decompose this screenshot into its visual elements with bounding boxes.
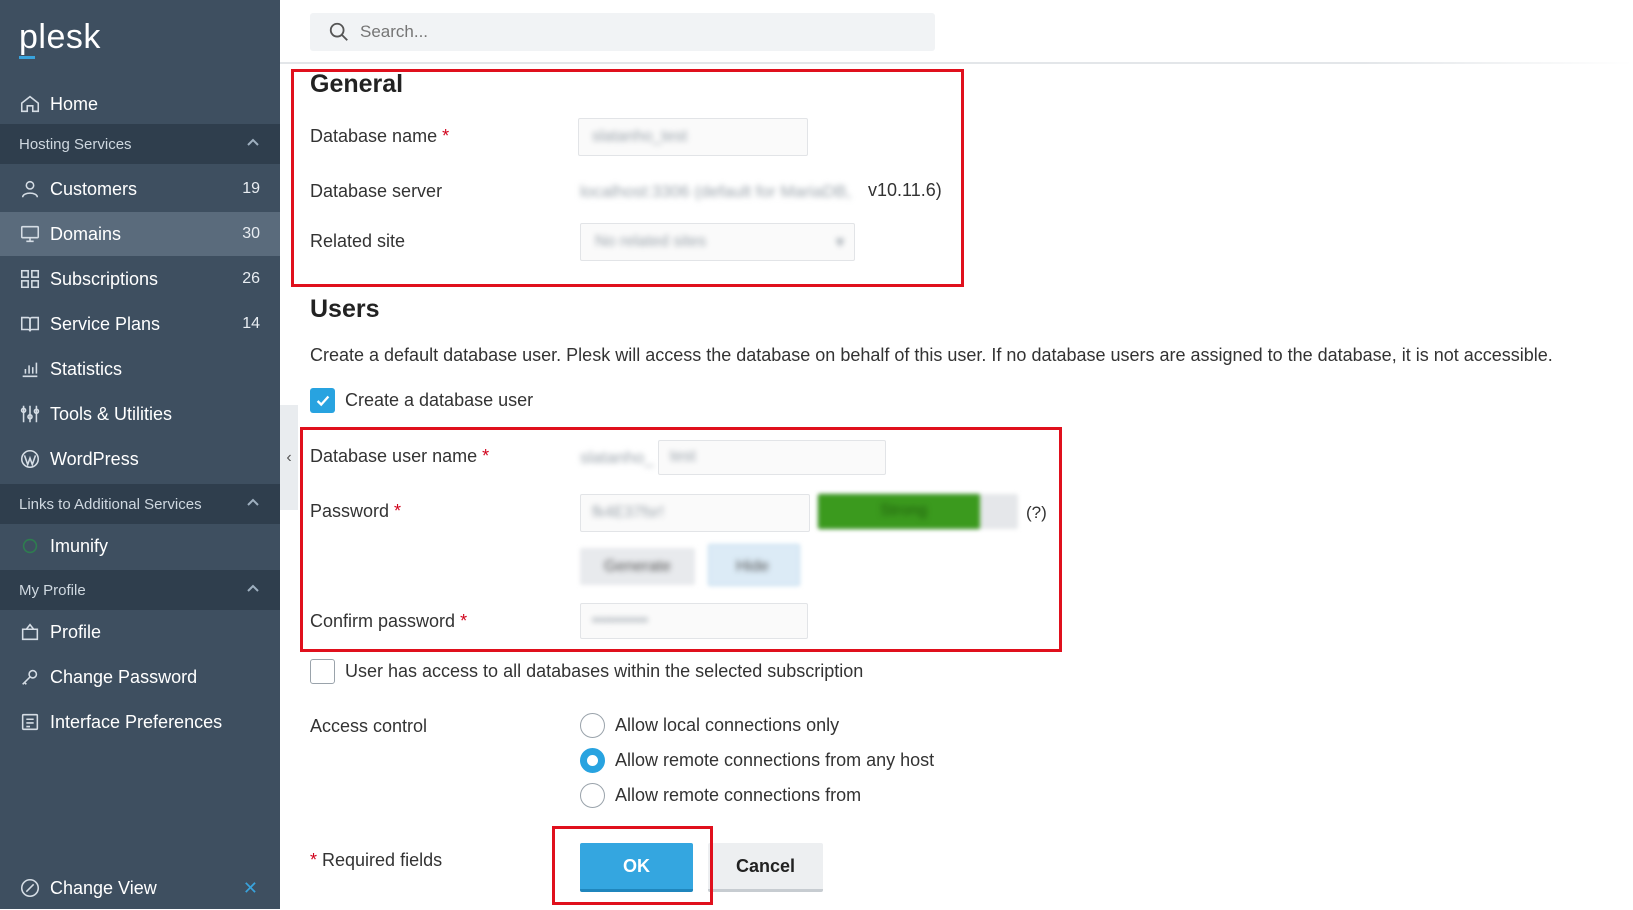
sidebar-item-label: Customers: [50, 178, 138, 199]
sidebar-collapse-handle[interactable]: ‹: [280, 405, 298, 510]
sidebar-item-statistics[interactable]: Statistics: [0, 347, 280, 391]
sidebar-item-label: Service Plans: [50, 313, 161, 334]
change-view-icon: [19, 877, 41, 899]
sidebar-item-customers[interactable]: Customers 19: [0, 167, 280, 211]
key-icon: [19, 666, 41, 688]
radio-local-only-label: Allow local connections only: [615, 715, 840, 735]
chevron-left-icon: ‹: [286, 448, 292, 466]
user-icon: [19, 178, 41, 200]
grid-icon: [19, 268, 41, 290]
cancel-button[interactable]: Cancel: [708, 843, 823, 892]
imunify-icon: [19, 535, 41, 557]
sliders-icon: [19, 403, 41, 425]
sidebar-item-wordpress[interactable]: WordPress: [0, 437, 280, 481]
wordpress-icon: [19, 448, 41, 470]
bar-chart-icon: [19, 358, 41, 380]
radio-remote-from[interactable]: [580, 783, 605, 808]
item-count: 14: [242, 315, 260, 332]
all-databases-label: User has access to all databases within …: [345, 661, 864, 681]
preferences-icon: [19, 711, 41, 733]
chevron-up-icon: [246, 582, 260, 596]
sidebar-item-home[interactable]: Home: [0, 82, 280, 126]
sidebar-item-label: Profile: [50, 621, 102, 642]
monitor-icon: [19, 223, 41, 245]
sidebar-item-label: Domains: [50, 223, 122, 244]
radio-remote-any-host[interactable]: [580, 748, 605, 773]
users-description: Create a default database user. Plesk wi…: [310, 345, 1553, 365]
create-user-checkbox[interactable]: [310, 388, 335, 413]
sidebar-item-label: Tools & Utilities: [50, 403, 173, 424]
section-my-profile[interactable]: My Profile: [0, 570, 280, 610]
section-label: My Profile: [19, 581, 86, 599]
check-icon: [316, 395, 329, 406]
item-count: 19: [242, 180, 260, 197]
highlight-users: [300, 427, 1062, 652]
sidebar-item-label: Change Password: [50, 666, 198, 687]
logo-accent: [19, 56, 35, 59]
highlight-ok: [552, 826, 713, 905]
sidebar-item-interface-preferences[interactable]: Interface Preferences: [0, 700, 280, 744]
required-marker: *: [310, 850, 318, 870]
all-databases-checkbox[interactable]: [310, 659, 335, 684]
item-count: 26: [242, 270, 260, 287]
header-divider: [280, 62, 1633, 64]
section-hosting-services[interactable]: Hosting Services: [0, 124, 280, 164]
sidebar-item-label: Subscriptions: [50, 268, 159, 289]
section-label: Hosting Services: [19, 135, 132, 153]
create-user-label: Create a database user: [345, 390, 534, 410]
required-fields-note: * Required fields: [310, 850, 443, 870]
search-icon: [329, 22, 348, 41]
sidebar-item-label: Imunify: [50, 535, 109, 556]
section-links-additional-services[interactable]: Links to Additional Services: [0, 484, 280, 524]
radio-local-only[interactable]: [580, 713, 605, 738]
highlight-general: [291, 69, 964, 287]
book-icon: [19, 313, 41, 335]
sidebar-item-subscriptions[interactable]: Subscriptions 26: [0, 257, 280, 301]
sidebar-item-tools-utilities[interactable]: Tools & Utilities: [0, 392, 280, 436]
sidebar-item-imunify[interactable]: Imunify: [0, 524, 280, 568]
sidebar: plesk Home Hosting Services Customers 19…: [0, 0, 280, 909]
access-control-label: Access control: [310, 716, 428, 736]
sidebar-item-label: Interface Preferences: [50, 711, 223, 732]
sidebar-item-change-view[interactable]: Change View ✕: [0, 866, 280, 910]
close-icon[interactable]: ✕: [243, 878, 258, 899]
sidebar-item-service-plans[interactable]: Service Plans 14: [0, 302, 280, 346]
search-bar[interactable]: [310, 13, 935, 51]
chevron-up-icon: [246, 136, 260, 150]
radio-remote-from-label: Allow remote connections from: [615, 785, 862, 805]
section-title-users: Users: [310, 295, 380, 323]
section-label: Links to Additional Services: [19, 495, 202, 513]
sidebar-item-label: WordPress: [50, 448, 139, 469]
chevron-up-icon: [246, 496, 260, 510]
home-icon: [19, 93, 41, 115]
item-count: 30: [242, 225, 260, 242]
plesk-logo[interactable]: plesk: [19, 18, 101, 57]
profile-icon: [19, 621, 41, 643]
sidebar-item-change-password[interactable]: Change Password: [0, 655, 280, 699]
radio-remote-any-host-label: Allow remote connections from any host: [615, 750, 935, 770]
sidebar-item-profile[interactable]: Profile: [0, 610, 280, 654]
sidebar-item-label: Home: [50, 93, 99, 114]
sidebar-item-label: Change View: [50, 877, 157, 898]
sidebar-item-label: Statistics: [50, 358, 123, 379]
search-input[interactable]: [360, 22, 920, 42]
sidebar-item-domains[interactable]: Domains 30: [0, 212, 280, 256]
